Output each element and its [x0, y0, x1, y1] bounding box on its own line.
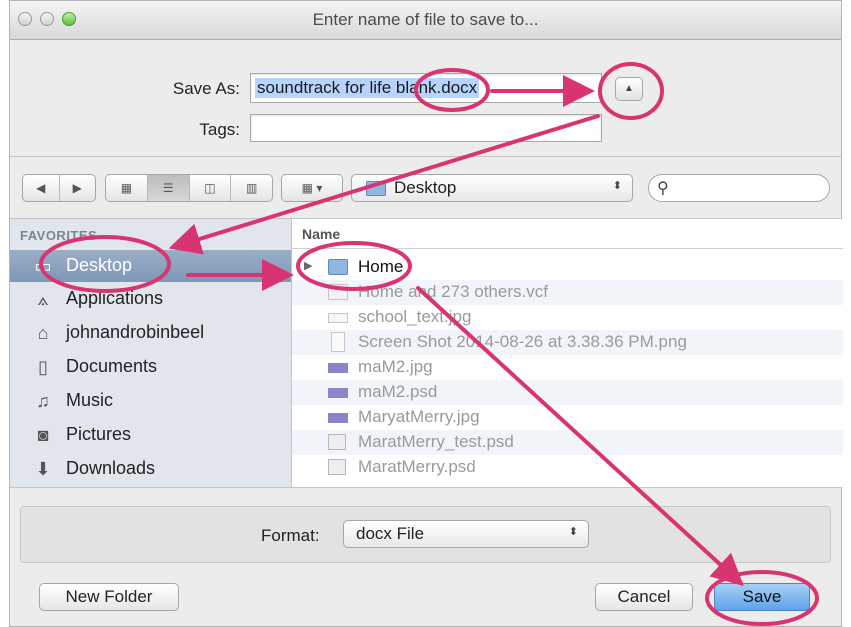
file-row[interactable]: MaryatMerry.jpg	[292, 405, 843, 430]
file-name: Screen Shot 2014-08-26 at 3.38.36 PM.png	[358, 332, 687, 351]
sidebar-header: FAVORITES	[20, 228, 98, 243]
sidebar-item-applications[interactable]: ⟑ Applications	[10, 283, 291, 315]
sidebar-item-pictures[interactable]: ◙ Pictures	[10, 419, 291, 451]
cover-flow-icon[interactable]: ▥	[231, 175, 272, 201]
document-file-icon	[331, 332, 345, 352]
tags-field[interactable]	[250, 114, 602, 142]
sidebar-item-music[interactable]: ♫ Music	[10, 385, 291, 417]
popup-arrows-icon: ⬍	[568, 526, 578, 538]
documents-icon: ▯	[38, 357, 48, 377]
vcard-icon	[328, 284, 348, 300]
format-panel: Format: docx File ⬍	[20, 506, 831, 563]
sidebar-item-label: Desktop	[66, 255, 133, 275]
file-name: maM2.jpg	[358, 357, 433, 376]
arrange-grid-icon: ▦ ▾	[301, 181, 323, 195]
file-name: school_text.jpg	[358, 307, 472, 326]
file-row[interactable]: MaratMerry_test.psd	[292, 430, 843, 455]
music-icon: ♫	[36, 391, 50, 411]
triangle-up-icon: ▲	[624, 83, 634, 94]
sidebar-item-documents[interactable]: ▯ Documents	[10, 351, 291, 383]
image-thumbnail-icon	[328, 388, 348, 398]
save-dialog: Enter name of file to save to... Save As…	[9, 0, 843, 627]
camera-icon: ◙	[37, 425, 49, 445]
search-field[interactable]: ⚲	[648, 174, 830, 202]
file-name: MaratMerry.psd	[358, 457, 476, 476]
folder-icon	[328, 259, 348, 275]
file-row[interactable]: maM2.jpg	[292, 355, 843, 380]
location-label: Desktop	[394, 178, 457, 197]
icon-view-icon[interactable]: ▦	[106, 175, 148, 201]
new-folder-button[interactable]: New Folder	[39, 583, 179, 611]
column-view-icon[interactable]: ◫	[190, 175, 232, 201]
file-row-home[interactable]: ▶ Home	[292, 255, 843, 280]
title-bar: Enter name of file to save to...	[10, 1, 841, 40]
sidebar-item-label: Downloads	[66, 458, 156, 478]
arrange-button[interactable]: ▦ ▾	[281, 174, 343, 202]
desktop-icon: ▭	[34, 256, 52, 276]
image-thumbnail-icon	[328, 363, 348, 373]
file-list: Name ▶ Home Home and 273 others.vcf scho…	[292, 219, 843, 487]
file-row[interactable]: Home and 273 others.vcf	[292, 280, 843, 305]
location-popup[interactable]: Desktop ⬍	[351, 174, 633, 202]
file-name: Home	[358, 257, 404, 276]
sidebar-item-label: Applications	[66, 288, 164, 308]
format-popup[interactable]: docx File ⬍	[343, 520, 589, 548]
file-row[interactable]: MaratMerry.psd	[292, 455, 843, 480]
divider	[10, 487, 841, 488]
popup-arrows-icon: ⬍	[612, 180, 622, 192]
expand-dialog-button[interactable]: ▲	[615, 77, 643, 101]
cancel-button[interactable]: Cancel	[595, 583, 693, 611]
forward-arrow-icon[interactable]: ▶	[60, 175, 96, 201]
psd-file-icon	[328, 459, 346, 475]
sidebar-item-label: Pictures	[66, 424, 132, 444]
sidebar-item-downloads[interactable]: ⬇ Downloads	[10, 453, 291, 485]
back-arrow-icon[interactable]: ◀	[23, 175, 60, 201]
format-label: Format:	[261, 526, 320, 545]
file-row[interactable]: maM2.psd	[292, 380, 843, 405]
search-icon: ⚲	[657, 180, 669, 197]
view-mode-control: ▦ ☰ ◫ ▥	[105, 174, 273, 202]
sidebar-item-label: Documents	[66, 356, 158, 376]
sidebar-item-desktop[interactable]: ▭ Desktop	[10, 250, 291, 282]
file-row[interactable]: Screen Shot 2014-08-26 at 3.38.36 PM.png	[292, 330, 843, 355]
image-thumbnail-icon	[328, 413, 348, 423]
divider	[10, 156, 841, 157]
disclosure-triangle-icon[interactable]: ▶	[304, 259, 312, 272]
sidebar-item-label: johnandrobinbeel	[66, 322, 205, 342]
window-title: Enter name of file to save to...	[312, 10, 539, 29]
file-name: maM2.psd	[358, 382, 438, 401]
save-as-field[interactable]: soundtrack for life blank.docx	[250, 73, 602, 103]
name-column-label: Name	[302, 226, 341, 242]
save-as-label: Save As:	[172, 79, 240, 98]
back-forward-control: ◀ ▶	[22, 174, 96, 202]
image-file-icon	[328, 313, 348, 323]
applications-icon: ⟑	[37, 289, 49, 309]
sidebar-item-home[interactable]: ⌂ johnandrobinbeel	[10, 317, 291, 349]
list-view-icon[interactable]: ☰	[147, 175, 190, 201]
sidebar: FAVORITES ▭ Desktop ⟑ Applications ⌂ joh…	[10, 219, 292, 487]
home-icon: ⌂	[37, 323, 49, 343]
save-as-value: soundtrack for life blank.docx	[255, 78, 480, 98]
file-name: MaryatMerry.jpg	[358, 407, 480, 426]
sidebar-item-label: Music	[66, 390, 114, 410]
folder-icon	[366, 181, 386, 196]
tags-label: Tags:	[199, 120, 240, 139]
file-name: Home and 273 others.vcf	[358, 282, 548, 301]
download-icon: ⬇	[35, 459, 51, 479]
name-column-header[interactable]: Name	[292, 219, 843, 249]
save-button[interactable]: Save	[714, 583, 810, 611]
psd-file-icon	[328, 434, 346, 450]
format-value: docx File	[356, 524, 425, 543]
file-name: MaratMerry_test.psd	[358, 432, 514, 451]
file-row[interactable]: school_text.jpg	[292, 305, 843, 330]
